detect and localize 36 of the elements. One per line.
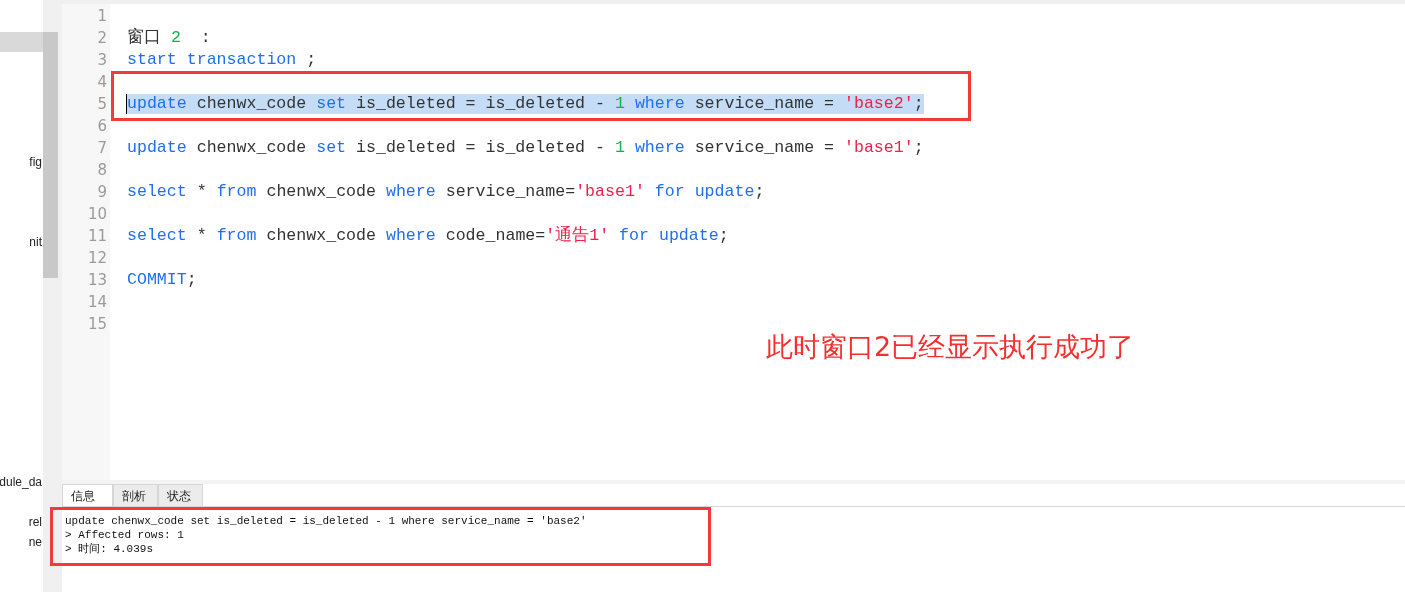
code-line: select * from chenwx_code where code_name='通告1' for update; — [127, 226, 729, 246]
sidebar-item[interactable]: ne — [28, 532, 42, 552]
line-number: 4 — [96, 72, 108, 93]
sidebar-item[interactable]: nit — [29, 232, 42, 252]
line-number: 6 — [96, 116, 108, 137]
line-number: 13 — [86, 270, 108, 291]
line-number: 7 — [96, 138, 108, 159]
result-tab[interactable]: 剖析 — [113, 484, 158, 506]
line-number: 10 — [86, 204, 108, 225]
line-number: 8 — [96, 160, 108, 181]
sidebar-item[interactable]: fig — [29, 152, 42, 172]
output-line: > 时间: 4.039s — [65, 542, 154, 556]
line-number: 2 — [96, 28, 108, 49]
sidebar-item[interactable]: rel — [28, 512, 42, 532]
code-line: select * from chenwx_code where service_name='base1' for update; — [127, 182, 765, 202]
selected-row-highlight — [0, 32, 43, 52]
line-number: 3 — [96, 50, 108, 71]
code-line: 窗口 2 : — [127, 28, 211, 48]
code-line: COMMIT; — [127, 270, 197, 290]
line-number: 12 — [86, 248, 108, 269]
result-tab[interactable]: 状态 — [158, 484, 203, 506]
line-number: 15 — [86, 314, 108, 335]
text-cursor — [126, 94, 127, 114]
line-number: 9 — [96, 182, 108, 203]
line-number: 1 — [96, 6, 108, 27]
code-line: start transaction ; — [127, 50, 317, 70]
output-line: update chenwx_code set is_deleted = is_deleted - 1 where service_name = 'base2' — [65, 514, 588, 528]
code-line: update chenwx_code set is_deleted = is_deleted - 1 where service_name = 'base1'; — [127, 138, 924, 158]
line-number: 5 — [96, 94, 108, 115]
annotation-text: 此时窗口2已经显示执行成功了 — [765, 330, 1136, 364]
line-number: 14 — [86, 292, 108, 313]
output-line: > Affected rows: 1 — [65, 528, 185, 542]
sidebar-item[interactable]: dule_da — [0, 472, 42, 492]
line-number: 11 — [86, 226, 108, 247]
result-tab[interactable]: 信息 — [62, 484, 113, 506]
scrollbar-thumb[interactable] — [43, 32, 58, 278]
